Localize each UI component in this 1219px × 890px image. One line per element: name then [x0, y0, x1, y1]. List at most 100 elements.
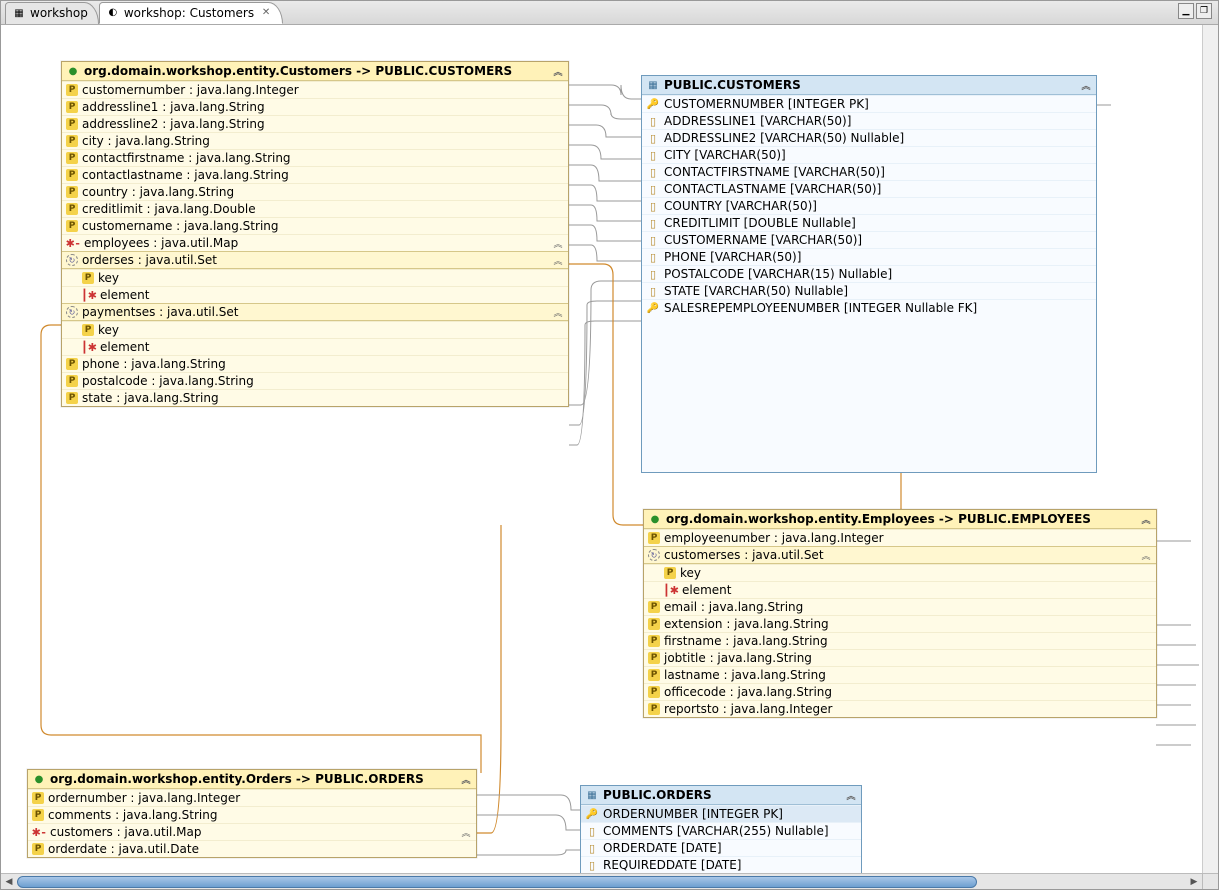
scroll-right-button[interactable]: ▶	[1186, 874, 1202, 890]
column-row[interactable]: ▯COMMENTS [VARCHAR(255) Nullable]	[581, 822, 861, 839]
property-row[interactable]: Paddressline2 : java.lang.String	[62, 115, 568, 132]
column-row[interactable]: ▯ORDERDATE [DATE]	[581, 839, 861, 856]
tab-workshop-customers[interactable]: ◐ workshop: Customers ✕	[99, 2, 283, 24]
property-row[interactable]: Pcreditlimit : java.lang.Double	[62, 200, 568, 217]
set-icon: ↻	[66, 306, 78, 318]
tab-workshop[interactable]: ▦ workshop	[5, 2, 99, 24]
property-row[interactable]: Pkey	[62, 269, 568, 286]
property-row[interactable]: Pextension : java.lang.String	[644, 615, 1156, 632]
prop-icon: P	[66, 135, 78, 147]
column-row[interactable]: 🔑SALESREPEMPLOYEENUMBER [INTEGER Nullabl…	[642, 299, 1096, 316]
property-row[interactable]: Pemail : java.lang.String	[644, 598, 1156, 615]
property-label: firstname : java.lang.String	[664, 634, 1152, 648]
chevron-up-icon[interactable]: ︽	[552, 65, 564, 77]
property-row[interactable]: Pjobtitle : java.lang.String	[644, 649, 1156, 666]
col-icon: ▯	[646, 114, 660, 128]
editor-window-controls: ▁ ❐	[1178, 3, 1212, 19]
column-row[interactable]: ▯ADDRESSLINE2 [VARCHAR(50) Nullable]	[642, 129, 1096, 146]
chevron-up-icon[interactable]: ︽	[1080, 79, 1092, 91]
entity-body: Pordernumber : java.lang.IntegerPcomment…	[28, 789, 476, 857]
property-row[interactable]: Pcustomername : java.lang.String	[62, 217, 568, 234]
column-row[interactable]: ▯REQUIREDDATE [DATE]	[581, 856, 861, 873]
property-row[interactable]: ┃✱element	[62, 338, 568, 355]
property-row[interactable]: Pcontactfirstname : java.lang.String	[62, 149, 568, 166]
property-row[interactable]: Plastname : java.lang.String	[644, 666, 1156, 683]
table-public-customers[interactable]: ▦ PUBLIC.CUSTOMERS ︽ 🔑CUSTOMERNUMBER [IN…	[641, 75, 1097, 473]
property-row[interactable]: ┃✱element	[62, 286, 568, 303]
property-row[interactable]: ↻customerses : java.util.Set︽	[644, 546, 1156, 564]
column-label: CREDITLIMIT [DOUBLE Nullable]	[664, 216, 856, 230]
star-icon: ┃✱	[82, 340, 96, 354]
column-row[interactable]: ▯CREDITLIMIT [DOUBLE Nullable]	[642, 214, 1096, 231]
property-row[interactable]: Preportsto : java.lang.Integer	[644, 700, 1156, 717]
property-row[interactable]: Pcountry : java.lang.String	[62, 183, 568, 200]
property-row[interactable]: Pkey	[62, 321, 568, 338]
property-row[interactable]: ✱⁃employees : java.util.Map︽	[62, 234, 568, 251]
key-icon: 🔑	[646, 301, 660, 315]
table-public-orders[interactable]: ▦ PUBLIC.ORDERS ︽ 🔑ORDERNUMBER [INTEGER …	[580, 785, 862, 873]
prop-icon: P	[66, 84, 78, 96]
property-row[interactable]: Ppostalcode : java.lang.String	[62, 372, 568, 389]
column-label: CONTACTFIRSTNAME [VARCHAR(50)]	[664, 165, 885, 179]
column-row[interactable]: ▯ADDRESSLINE1 [VARCHAR(50)]	[642, 112, 1096, 129]
property-row[interactable]: Porderdate : java.util.Date	[28, 840, 476, 857]
property-row[interactable]: ✱⁃customers : java.util.Map︽	[28, 823, 476, 840]
property-row[interactable]: ↻paymentses : java.util.Set︽	[62, 303, 568, 321]
close-icon[interactable]: ✕	[260, 7, 272, 19]
maximize-button[interactable]: ❐	[1196, 3, 1212, 19]
chevron-up-icon[interactable]: ︽	[1140, 549, 1152, 561]
chevron-up-icon[interactable]: ︽	[460, 826, 472, 838]
property-row[interactable]: Pfirstname : java.lang.String	[644, 632, 1156, 649]
column-row[interactable]: 🔑CUSTOMERNUMBER [INTEGER PK]	[642, 95, 1096, 112]
entity-body: Pemployeenumber : java.lang.Integer↻cust…	[644, 529, 1156, 717]
property-label: country : java.lang.String	[82, 185, 564, 199]
scroll-left-button[interactable]: ◀	[1, 874, 17, 890]
chevron-up-icon[interactable]: ︽	[552, 306, 564, 318]
property-row[interactable]: Pcustomernumber : java.lang.Integer	[62, 81, 568, 98]
chevron-up-icon[interactable]: ︽	[552, 237, 564, 249]
column-row[interactable]: ▯STATE [VARCHAR(50) Nullable]	[642, 282, 1096, 299]
property-row[interactable]: ↻orderses : java.util.Set︽	[62, 251, 568, 269]
col-icon: ▯	[646, 250, 660, 264]
column-row[interactable]: ▯CONTACTLASTNAME [VARCHAR(50)]	[642, 180, 1096, 197]
property-row[interactable]: Pofficecode : java.lang.String	[644, 683, 1156, 700]
property-row[interactable]: Pemployeenumber : java.lang.Integer	[644, 529, 1156, 546]
entity-customers[interactable]: ● org.domain.workshop.entity.Customers -…	[61, 61, 569, 407]
entity-orders[interactable]: ● org.domain.workshop.entity.Orders -> P…	[27, 769, 477, 858]
column-row[interactable]: ▯CITY [VARCHAR(50)]	[642, 146, 1096, 163]
col-icon: ▯	[646, 284, 660, 298]
column-label: COUNTRY [VARCHAR(50)]	[664, 199, 817, 213]
column-row[interactable]: 🔑ORDERNUMBER [INTEGER PK]	[581, 805, 861, 822]
diagram-canvas[interactable]: ● org.domain.workshop.entity.Customers -…	[1, 25, 1218, 873]
mapping-icon: ◐	[106, 6, 120, 20]
minimize-button[interactable]: ▁	[1178, 3, 1194, 19]
horizontal-scrollbar[interactable]: ◀ ▶	[1, 873, 1202, 889]
column-row[interactable]: ▯CUSTOMERNAME [VARCHAR(50)]	[642, 231, 1096, 248]
property-row[interactable]: Pcity : java.lang.String	[62, 132, 568, 149]
chevron-up-icon[interactable]: ︽	[460, 773, 472, 785]
property-row[interactable]: Pphone : java.lang.String	[62, 355, 568, 372]
property-row[interactable]: Pcontactlastname : java.lang.String	[62, 166, 568, 183]
vertical-scrollbar[interactable]	[1202, 25, 1218, 873]
column-row[interactable]: ▯POSTALCODE [VARCHAR(15) Nullable]	[642, 265, 1096, 282]
property-row[interactable]: ┃✱element	[644, 581, 1156, 598]
property-row[interactable]: Pcomments : java.lang.String	[28, 806, 476, 823]
property-label: lastname : java.lang.String	[664, 668, 1152, 682]
star-icon: ┃✱	[82, 288, 96, 302]
property-row[interactable]: Paddressline1 : java.lang.String	[62, 98, 568, 115]
table-body: 🔑ORDERNUMBER [INTEGER PK]▯COMMENTS [VARC…	[581, 805, 861, 873]
map-icon: ✱⁃	[66, 236, 80, 250]
prop-icon: P	[66, 169, 78, 181]
property-row[interactable]: Pkey	[644, 564, 1156, 581]
chevron-up-icon[interactable]: ︽	[552, 254, 564, 266]
chevron-up-icon[interactable]: ︽	[1140, 513, 1152, 525]
column-row[interactable]: ▯CONTACTFIRSTNAME [VARCHAR(50)]	[642, 163, 1096, 180]
column-row[interactable]: ▯COUNTRY [VARCHAR(50)]	[642, 197, 1096, 214]
property-row[interactable]: Pstate : java.lang.String	[62, 389, 568, 406]
property-row[interactable]: Pordernumber : java.lang.Integer	[28, 789, 476, 806]
column-row[interactable]: ▯PHONE [VARCHAR(50)]	[642, 248, 1096, 265]
scroll-thumb[interactable]	[17, 876, 977, 888]
entity-employees[interactable]: ● org.domain.workshop.entity.Employees -…	[643, 509, 1157, 718]
property-label: customername : java.lang.String	[82, 219, 564, 233]
chevron-up-icon[interactable]: ︽	[845, 789, 857, 801]
